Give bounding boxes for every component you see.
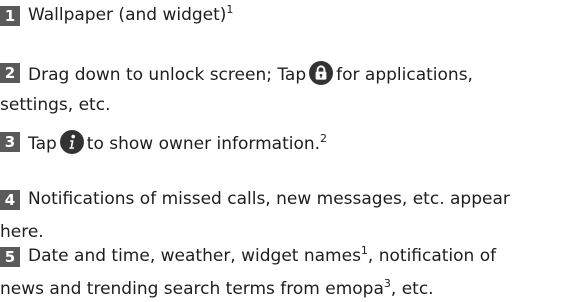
item-2-line-1: Drag down to unlock screen; Tap for appli… — [28, 61, 473, 85]
item-5-text-c: news and trending search terms from emop… — [0, 279, 384, 299]
item-5-line-2: news and trending search terms from emop… — [0, 278, 434, 300]
item-5-text-b: , notification of — [367, 246, 497, 266]
item-3-text-a: Tap — [28, 134, 57, 154]
item-1-text: Wallpaper (and widget)1 — [28, 4, 233, 26]
item-3-text-b: to show owner information. — [86, 134, 321, 154]
item-4-line-2: here. — [0, 222, 44, 242]
number-badge-4: 4 — [0, 190, 20, 210]
footnote-ref-1: 1 — [226, 3, 234, 16]
item-5-line-1: Date and time, weather, widget names1, n… — [28, 245, 496, 267]
item-3-text: Tap to show owner information.2 — [28, 130, 328, 154]
footnote-ref-3: 3 — [383, 277, 391, 290]
number-badge-1: 1 — [0, 6, 20, 26]
item-5-text-a: Date and time, weather, widget names — [28, 246, 361, 266]
item-2-text-b: for applications, — [336, 65, 473, 85]
number-badge-2: 2 — [0, 63, 20, 83]
number-badge-5: 5 — [0, 247, 20, 267]
item-1-label: Wallpaper (and widget) — [28, 5, 227, 25]
number-badge-3: 3 — [0, 132, 20, 152]
info-icon — [59, 130, 84, 154]
footnote-ref-2: 2 — [320, 132, 328, 145]
footnote-ref-1b: 1 — [360, 244, 368, 257]
item-4-line-1: Notifications of missed calls, new messa… — [28, 189, 510, 209]
lock-icon — [309, 61, 334, 85]
item-5-text-d: , etc. — [390, 279, 434, 299]
item-2-text-a: Drag down to unlock screen; Tap — [28, 65, 307, 85]
item-2-line-2: settings, etc. — [0, 95, 111, 115]
